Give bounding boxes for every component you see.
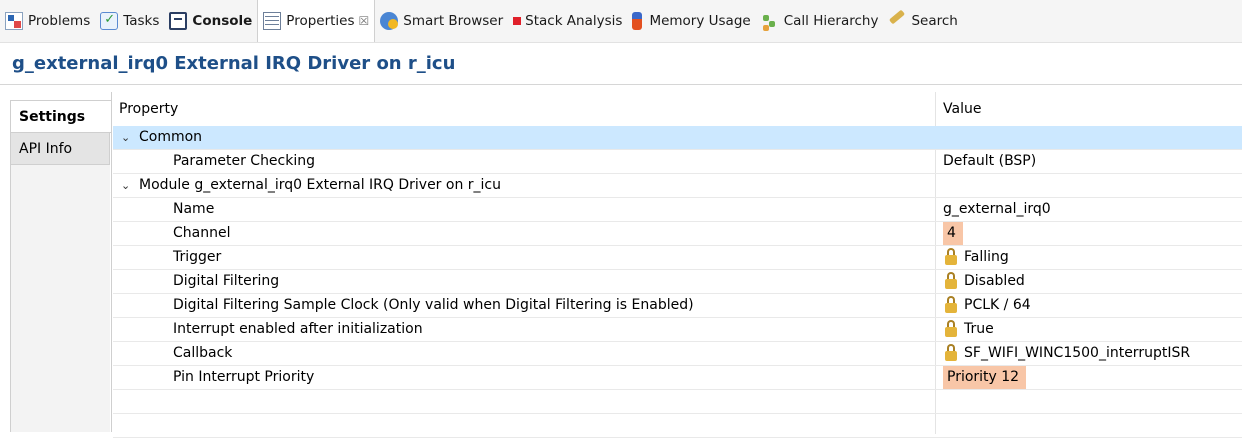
title-divider [0, 84, 1242, 85]
tab-tasks-label: Tasks [123, 13, 160, 29]
console-icon [169, 12, 188, 30]
chevron-down-icon[interactable]: ⌄ [121, 126, 135, 149]
view-tab-bar: Problems Tasks Console Properties ☒ Smar… [0, 0, 1242, 43]
property-label: Interrupt enabled after initialization [173, 321, 423, 337]
highlighted-value: 4 [943, 222, 963, 245]
property-label: Callback [173, 345, 233, 361]
search-icon [888, 12, 906, 30]
properties-icon [263, 12, 282, 30]
property-value[interactable]: True [943, 318, 994, 341]
tab-console-label: Console [192, 13, 253, 29]
property-label: Digital Filtering [173, 273, 280, 289]
column-header-property[interactable]: Property [119, 92, 178, 126]
tab-stack-analysis[interactable]: Stack Analysis [508, 0, 627, 42]
property-label: Channel [173, 225, 231, 241]
property-value[interactable]: PCLK / 64 [943, 294, 1031, 317]
close-tab-icon[interactable]: ☒ [359, 14, 370, 28]
lock-icon [945, 296, 957, 313]
group-row-module[interactable]: ⌄ Module g_external_irq0 External IRQ Dri… [113, 174, 1242, 198]
empty-row [113, 390, 1242, 414]
lock-icon [945, 248, 957, 265]
side-tab-panel: Settings API Info [10, 92, 112, 432]
property-value[interactable]: 4 [943, 222, 963, 245]
side-tab-background [10, 165, 110, 432]
property-label: Pin Interrupt Priority [173, 369, 315, 385]
property-value[interactable]: Falling [943, 246, 1009, 269]
tab-problems[interactable]: Problems [0, 0, 95, 42]
tab-properties-label: Properties [286, 13, 355, 29]
tab-settings[interactable]: Settings [10, 100, 111, 133]
property-table: Property Value ⌄ Common Parameter Checkin… [113, 92, 1242, 438]
table-row[interactable]: Digital Filtering Sample Clock (Only val… [113, 294, 1242, 318]
tab-call-hierarchy[interactable]: Call Hierarchy [756, 0, 884, 42]
lock-icon [945, 344, 957, 361]
property-value[interactable]: SF_WIFI_WINC1500_interruptISR [943, 342, 1190, 365]
group-label: ⌄ Module g_external_irq0 External IRQ Dri… [121, 174, 501, 197]
property-label: Parameter Checking [173, 153, 316, 169]
tab-memory-usage-label: Memory Usage [649, 13, 751, 29]
table-row[interactable]: Trigger Falling [113, 246, 1242, 270]
table-row[interactable]: Callback SF_WIFI_WINC1500_interruptISR [113, 342, 1242, 366]
tab-console[interactable]: Console [164, 0, 257, 42]
tab-problems-label: Problems [28, 13, 91, 29]
table-row[interactable]: Name g_external_irq0 [113, 198, 1242, 222]
smart-browser-icon [380, 12, 399, 30]
property-label: Digital Filtering Sample Clock (Only val… [173, 297, 694, 313]
problems-icon [5, 12, 23, 30]
tab-memory-usage[interactable]: Memory Usage [627, 0, 755, 42]
table-row[interactable]: Digital Filtering Disabled [113, 270, 1242, 294]
tab-smart-browser[interactable]: Smart Browser [375, 0, 508, 42]
property-value[interactable]: Default (BSP) [943, 150, 1036, 173]
tab-properties[interactable]: Properties ☒ [257, 0, 376, 42]
property-value[interactable]: Priority 12 [943, 366, 1027, 389]
tab-stack-analysis-label: Stack Analysis [525, 13, 623, 29]
property-value[interactable]: g_external_irq0 [943, 198, 1051, 221]
chevron-down-icon[interactable]: ⌄ [121, 174, 135, 197]
empty-row [113, 414, 1242, 438]
tab-call-hierarchy-label: Call Hierarchy [783, 13, 879, 29]
table-row[interactable]: Channel 4 [113, 222, 1242, 246]
table-row[interactable]: Parameter Checking Default (BSP) [113, 150, 1242, 174]
column-header-value[interactable]: Value [943, 92, 981, 126]
table-row[interactable]: Pin Interrupt Priority Priority 12 [113, 366, 1242, 390]
group-row-common[interactable]: ⌄ Common [113, 126, 1242, 150]
tab-tasks[interactable]: Tasks [95, 0, 164, 42]
tasks-icon [100, 12, 119, 30]
memory-usage-icon [632, 12, 643, 30]
property-value[interactable]: Disabled [943, 270, 1025, 293]
property-label: Name [173, 201, 215, 217]
group-label: ⌄ Common [121, 126, 202, 149]
highlighted-value: Priority 12 [943, 366, 1027, 389]
page-title: g_external_irq0 External IRQ Driver on r… [12, 53, 456, 74]
table-row[interactable]: Interrupt enabled after initialization T… [113, 318, 1242, 342]
lock-icon [945, 272, 957, 289]
lock-icon [945, 320, 957, 337]
tab-api-info[interactable]: API Info [10, 133, 110, 165]
tab-search-label: Search [911, 13, 958, 29]
table-header: Property Value [113, 92, 1242, 127]
tab-smart-browser-label: Smart Browser [403, 13, 504, 29]
property-label: Trigger [173, 249, 222, 265]
stack-analysis-icon [513, 17, 522, 25]
tab-search[interactable]: Search [883, 0, 962, 42]
call-hierarchy-icon [761, 12, 779, 30]
